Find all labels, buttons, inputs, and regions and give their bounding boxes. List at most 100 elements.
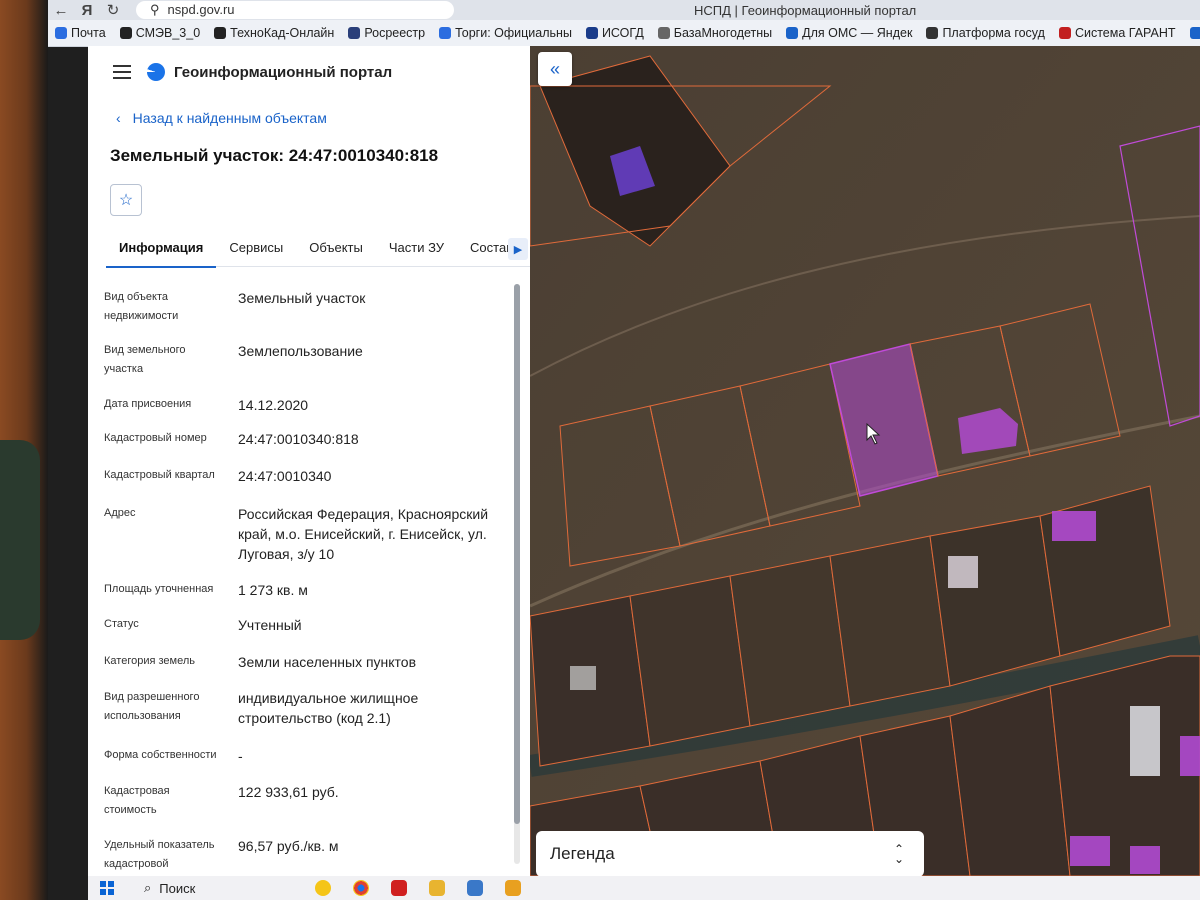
scrollbar-thumb[interactable] <box>514 284 520 824</box>
info-value: 24:47:0010340:818 <box>238 431 359 447</box>
tab-services[interactable]: Сервисы <box>216 230 296 266</box>
info-label: Форма собственности <box>104 749 217 761</box>
house <box>570 666 596 690</box>
house <box>1130 706 1160 776</box>
site-info-icon[interactable]: ⚲ <box>150 1 160 19</box>
bookmark-label: Росреестр <box>364 26 426 40</box>
back-to-results-link[interactable]: ‹ Назад к найденным объектам <box>116 110 327 126</box>
bookmark-item[interactable]: Система ГАРАНТ <box>1052 26 1183 40</box>
bookmark-item[interactable]: СМЭВ_3_0 <box>113 26 207 40</box>
yandex-icon[interactable]: Я <box>74 2 100 19</box>
info-label: Категория земель <box>104 655 195 667</box>
info-label: Адрес <box>104 507 136 519</box>
app-icon[interactable] <box>505 880 522 896</box>
panel-header: Геоинформационный портал <box>88 46 530 98</box>
info-label: Вид объекта недвижимости <box>104 291 179 322</box>
bookmark-item[interactable]: ИСОГД <box>579 26 651 40</box>
building-highlight[interactable] <box>1130 846 1160 874</box>
map-view[interactable] <box>530 46 1200 876</box>
bookmark-item[interactable]: ЭТП <box>1183 26 1200 40</box>
info-value: 96,57 руб./кв. м <box>238 838 339 854</box>
bookmark-label: ТехноКад-Онлайн <box>230 26 335 40</box>
info-value: 24:47:0010340 <box>238 468 332 484</box>
chevron-left-icon: ‹ <box>116 110 121 126</box>
bookmark-item[interactable]: БазаМногодетны <box>651 26 779 40</box>
parcel[interactable] <box>929 515 1061 687</box>
bookmark-label: БазаМногодетны <box>673 26 773 40</box>
legend-label: Легенда <box>550 844 615 863</box>
doc-icon <box>585 27 598 39</box>
tab-information[interactable]: Информация <box>106 230 217 268</box>
emblem-icon <box>348 27 361 39</box>
info-value: - <box>238 748 243 764</box>
info-label: Вид разрешенного использования <box>104 691 200 722</box>
portal-logo-icon <box>147 63 165 81</box>
m-letter-icon <box>214 27 227 39</box>
taskbar-search[interactable]: ⌕ Поиск <box>144 880 195 896</box>
info-label: Площадь уточненная <box>104 583 214 595</box>
bookmark-item[interactable]: Росреестр <box>341 26 432 40</box>
info-label: Статус <box>104 618 139 630</box>
search-icon: ⌕ <box>144 880 152 895</box>
taskbar: ⌕ Поиск <box>88 876 1200 900</box>
info-value: 14.12.2020 <box>238 397 309 413</box>
mail-icon <box>55 27 67 39</box>
url-field[interactable]: ⚲ nspd.gov.ru <box>136 1 454 19</box>
bookmark-item[interactable]: Платформа госуд <box>919 26 1052 40</box>
legend-button[interactable]: Легенда ⌃ ⌄ <box>536 831 924 877</box>
url-text: nspd.gov.ru <box>167 2 235 17</box>
info-label: Дата присвоения <box>104 398 192 410</box>
bookmark-item[interactable]: Торги: Официальны <box>432 26 579 40</box>
building-highlight[interactable] <box>1180 736 1200 776</box>
tabs-scroll-right-icon[interactable]: ▶ <box>508 238 528 260</box>
info-label: Кадастровый номер <box>104 432 207 444</box>
circle-icon <box>1189 27 1200 39</box>
app-icon[interactable] <box>467 880 484 896</box>
doc-icon <box>657 27 670 39</box>
info-value: Земли населенных пунктов <box>238 654 417 670</box>
panel-scrollbar[interactable] <box>514 284 520 864</box>
parcel[interactable] <box>949 685 1071 876</box>
info-value: Земельный участок <box>238 290 366 306</box>
back-arrow-icon[interactable]: ← <box>48 2 74 19</box>
tab-objects[interactable]: Объекты <box>296 230 376 266</box>
bookmark-label: ИСОГД <box>601 26 644 40</box>
info-value: Российская Федерация, Красноярский край,… <box>238 506 489 562</box>
info-value: индивидуальное жилищное строительство (к… <box>238 690 419 726</box>
collapse-panel-button[interactable]: « <box>538 52 572 86</box>
bookmark-item[interactable]: Почта <box>48 26 113 40</box>
bookmark-label: СМЭВ_3_0 <box>135 26 201 40</box>
chrome-icon[interactable] <box>353 880 370 896</box>
menu-icon[interactable] <box>113 65 131 79</box>
building-highlight[interactable] <box>1052 511 1096 541</box>
expand-chevrons-icon: ⌃ ⌄ <box>893 842 904 866</box>
bookmark-item[interactable]: ТехноКад-Онлайн <box>207 26 341 40</box>
address-bar: ← Я ↻ ⚲ nspd.gov.ru НСПД | Геоинформацио… <box>48 0 1200 20</box>
bookmark-label: Для ОМС — Яндек <box>802 26 913 40</box>
info-label: Удельный показатель кадастровой <box>104 839 215 870</box>
pdf-icon[interactable] <box>391 880 408 896</box>
wave-icon <box>786 27 799 39</box>
info-label: Кадастровый квартал <box>104 469 215 481</box>
copilot-icon[interactable] <box>315 880 332 896</box>
favorite-star-icon[interactable]: ☆ <box>110 184 142 216</box>
tab-parts[interactable]: Части ЗУ <box>376 230 457 266</box>
info-label: Кадастровая стоимость <box>104 785 170 816</box>
info-value: Землепользование <box>238 343 363 359</box>
background-photo <box>0 0 48 900</box>
folder-icon[interactable] <box>429 880 446 896</box>
bookmarks-bar: Почта СМЭВ_3_0 ТехноКад-Онлайн Росреестр Тор… <box>48 20 1200 47</box>
parcel[interactable] <box>729 555 851 727</box>
bookmark-item[interactable]: Для ОМС — Яндек <box>779 26 919 40</box>
parcel[interactable] <box>629 575 751 747</box>
info-value: Учтенный <box>238 617 302 633</box>
background-object <box>0 440 40 640</box>
windows-start-icon[interactable] <box>100 881 114 895</box>
building-highlight[interactable] <box>1070 836 1110 866</box>
bookmark-label: Торги: Официальны <box>455 26 572 40</box>
parcel[interactable] <box>829 535 951 707</box>
reload-icon[interactable]: ↻ <box>100 1 126 19</box>
tabs: Информация Сервисы Объекты Части ЗУ Сост… <box>106 230 530 268</box>
map-canvas[interactable] <box>530 46 1200 876</box>
bookmark-label: Платформа госуд <box>942 26 1045 40</box>
